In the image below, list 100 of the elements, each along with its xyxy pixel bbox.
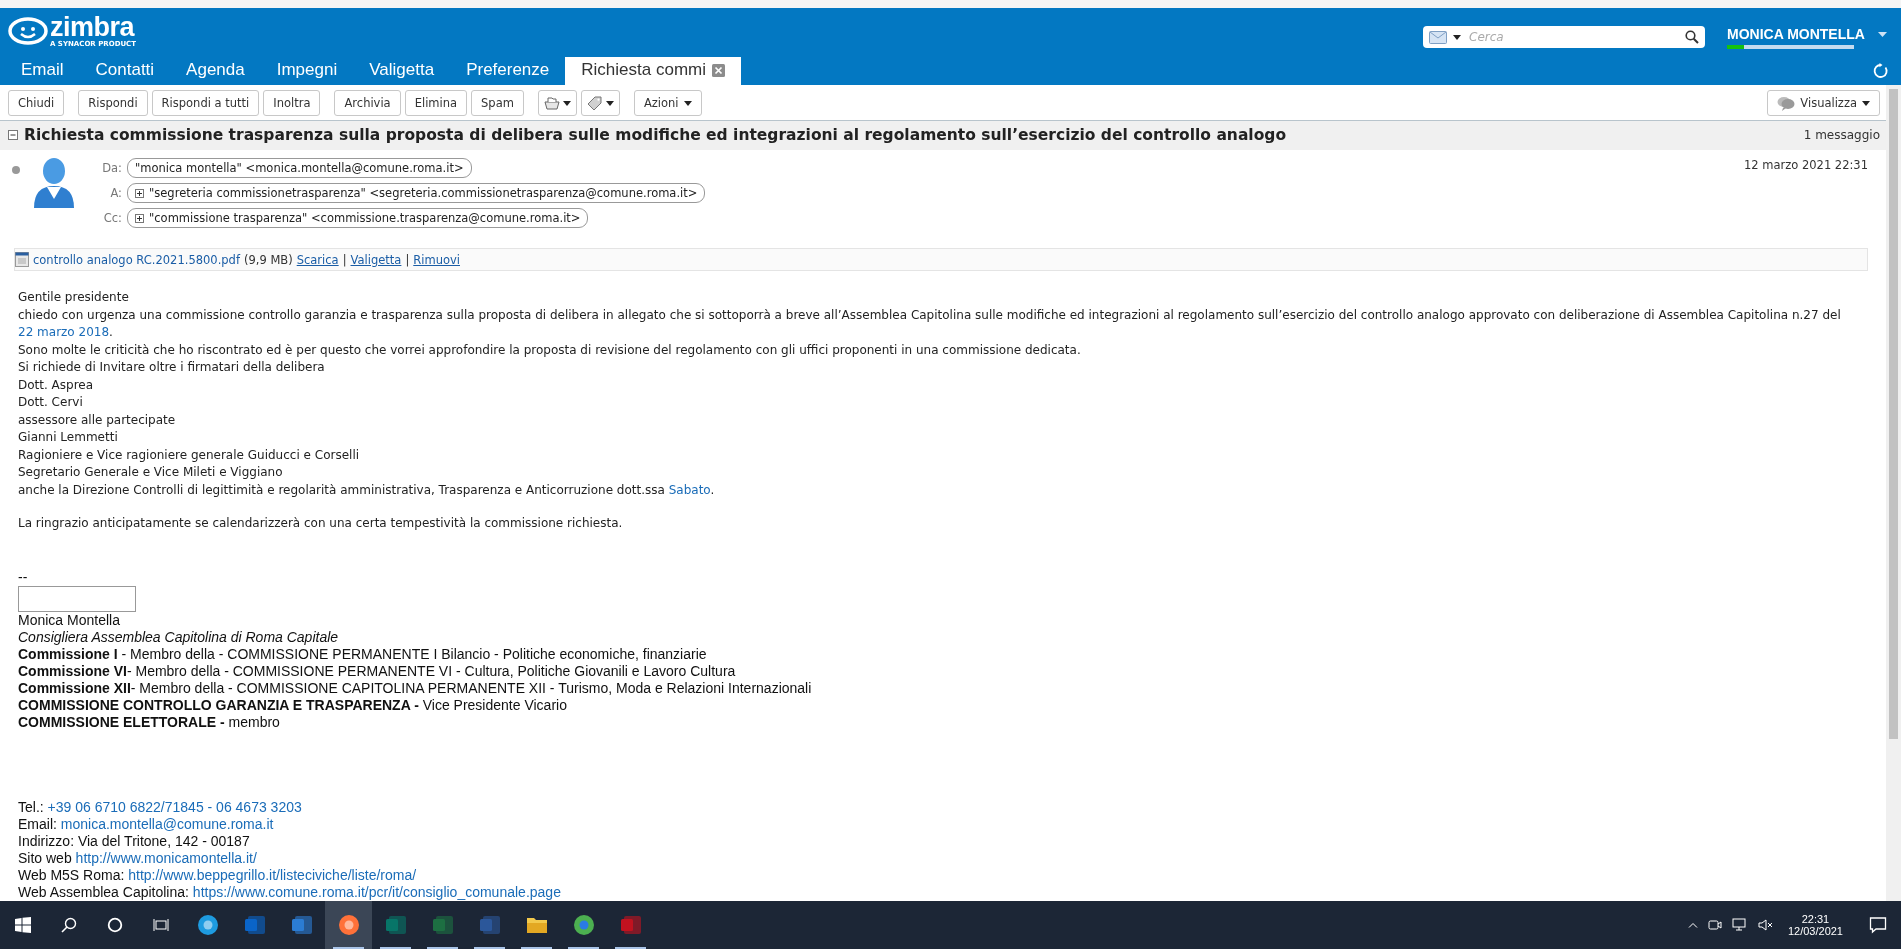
body-text: Gentile presidente — [18, 289, 130, 306]
signature-text: Commissione I - Membro della - COMMISSIONE PERMANENTE I Bilancio - Politiche economiche, finanziarie — [18, 645, 708, 663]
tag-button[interactable] — [580, 90, 620, 116]
app-tab[interactable]: Valigetta — [353, 57, 451, 85]
browser-icon — [337, 914, 360, 936]
windows-start-icon[interactable] — [15, 917, 31, 933]
toolbar-button[interactable]: Inoltra — [263, 90, 321, 116]
message-date: 12 marzo 2021 22:31 — [1743, 158, 1868, 172]
message-count: 1 messaggio — [1803, 128, 1880, 142]
view-menu-button[interactable]: Visualizza — [1767, 90, 1880, 116]
signature-text: COMMISSIONE ELETTORALE - membro — [18, 713, 281, 731]
envelope-icon — [1429, 30, 1447, 44]
close-icon[interactable] — [712, 63, 725, 77]
app-icon — [243, 915, 266, 935]
body-text: Gianni Lemmetti — [18, 429, 119, 446]
app-tab[interactable]: Impegni — [260, 57, 354, 85]
signature-link[interactable]: +39 06 6710 6822/71845 - 06 4673 3203 — [47, 798, 302, 815]
app-icon — [478, 915, 501, 935]
search-field[interactable]: Cerca — [1423, 26, 1705, 48]
signature-link[interactable]: http://www.monicamontella.it/ — [75, 849, 257, 866]
meet-camera-icon[interactable] — [1707, 918, 1722, 932]
browser-icon — [572, 914, 595, 936]
signature-text: Tel.: +39 06 6710 6822/71845 - 06 4673 3203 — [18, 798, 303, 816]
body-text: Segretario Generale e Vice Mileti e Viggiano — [18, 464, 284, 481]
body-text: La ringrazio anticipatamente se calendarizzerà con una certa tempestività la commissione richiesta. — [18, 515, 624, 532]
app-tab[interactable]: Agenda — [170, 57, 261, 85]
toolbar-button[interactable]: Spam — [471, 90, 524, 116]
move-to-folder-button[interactable] — [537, 90, 577, 116]
vertical-scrollbar[interactable] — [1886, 85, 1901, 901]
attachment-action-link[interactable]: Valigetta — [350, 252, 402, 267]
signature-text: Web Assemblea Capitolina: https://www.comune.roma.it/pcr/it/consiglio_comunale.page — [18, 883, 562, 901]
signature-text: Commissione VI- Membro della - COMMISSIONE PERMANENTE VI - Cultura, Politiche Giovanili e Lavoro Cultura — [18, 662, 737, 680]
attachment-action-link[interactable]: Rimuovi — [413, 252, 460, 267]
search-icon[interactable] — [61, 917, 77, 933]
search-icon — [1685, 30, 1699, 44]
link-separator: | — [405, 252, 410, 267]
recipient-label: A: — [109, 186, 122, 200]
signature-text: Sito web http://www.monicamontella.it/ — [18, 849, 258, 867]
speaker-muted-icon[interactable] — [1757, 918, 1774, 932]
toolbar-button[interactable]: Rispondi a tutti — [151, 90, 260, 116]
attachment-name-link[interactable]: controllo analogo RC.2021.5800.pdf — [33, 252, 240, 267]
signature-text: Monica Montella — [18, 611, 121, 629]
user-name[interactable]: MONICA MONTELLA — [1727, 26, 1865, 42]
app-tab[interactable]: Richiesta commi — [565, 57, 741, 85]
refresh-icon[interactable] — [1873, 63, 1889, 79]
collapse-icon[interactable] — [8, 130, 18, 140]
app-tab[interactable]: Contatti — [79, 57, 171, 85]
signature-separator: -- — [18, 568, 29, 586]
body-text: anche la Direzione Controlli di legittimità e regolarità amministrativa, Trasparenza e Anticorruzione dott.ssa Sabato. — [18, 481, 716, 499]
caret-icon — [1878, 31, 1887, 37]
address-bubble[interactable]: "commissione trasparenza" <commissione.trasparenza@comune.roma.it> — [127, 208, 589, 228]
actions-menu-button[interactable]: Azioni — [633, 90, 702, 116]
signature-link[interactable]: http://www.beppegrillo.it/listeciviche/liste/roma/ — [128, 866, 417, 883]
network-icon[interactable] — [1731, 918, 1748, 932]
chevron-up-icon[interactable] — [1687, 922, 1698, 928]
signature-text: COMMISSIONE CONTROLLO GARANZIA E TRASPARENZA - Vice Presidente Vicario — [18, 696, 568, 714]
app-tab[interactable]: Email — [5, 57, 80, 85]
notification-icon[interactable] — [1869, 916, 1887, 934]
taskbar-app-button[interactable] — [325, 901, 372, 949]
address-bubble[interactable]: "segreteria commissionetrasparenza" <segreteria.commissionetrasparenza@comune.roma.it> — [127, 183, 706, 203]
smiley-logo-icon — [8, 17, 48, 45]
body-text: Dott. Asprea — [18, 376, 95, 394]
signature-text: Indirizzo: Via del Tritone, 142 - 00187 — [18, 832, 251, 850]
app-icon — [290, 915, 313, 935]
body-text: Si richiede di Invitare oltre i firmatari della delibera — [18, 359, 326, 376]
speech-bubbles-icon — [1777, 95, 1796, 111]
caret-icon — [1453, 34, 1461, 40]
circle-icon[interactable] — [107, 917, 123, 933]
caret-icon — [683, 100, 692, 106]
app-icon — [431, 915, 454, 935]
app-tab[interactable]: Preferenze — [450, 57, 566, 85]
avatar-silhouette-icon — [32, 156, 76, 208]
clock-time[interactable]: 22:31 — [1801, 913, 1830, 925]
tag-icon — [586, 96, 603, 110]
toolbar-button[interactable]: Archivia — [334, 90, 401, 116]
caret-icon — [562, 100, 571, 106]
expand-icon[interactable] — [135, 188, 144, 198]
toolbar-button[interactable]: Chiudi — [8, 90, 65, 116]
toolbar-button[interactable]: Elimina — [404, 90, 468, 116]
unread-dot-icon — [12, 166, 20, 174]
attachment-action-link[interactable]: Scarica — [296, 252, 339, 267]
body-text: Sono molte le criticità che ho riscontrato ed è per questo che vorrei approfondire la proposta di revisione del regolamento con gli uffici proponenti in una commissione dedicata. — [18, 341, 1082, 359]
caret-icon — [1862, 100, 1870, 106]
recipient-label: Da: — [101, 161, 122, 175]
expand-icon[interactable] — [135, 213, 144, 223]
tray-icon — [543, 96, 560, 110]
folder-icon — [525, 915, 548, 935]
body-text: Ragioniere e Vice ragioniere generale Guiducci e Corselli — [18, 446, 361, 464]
signature-text: Email: monica.montella@comune.roma.it — [18, 815, 275, 833]
signature-text: Web M5S Roma: http://www.beppegrillo.it/listeciviche/liste/roma/ — [18, 866, 418, 884]
signature-text: Commissione XII- Membro della - COMMISSIONE CAPITOLINA PERMANENTE XII - Turismo, Moda e Relazioni Internazionali — [18, 679, 813, 697]
signature-link[interactable]: monica.montella@comune.roma.it — [60, 815, 274, 832]
address-bubble[interactable]: "monica montella" <monica.montella@comune.roma.it> — [127, 158, 472, 178]
signature-link[interactable]: https://www.comune.roma.it/pcr/it/consiglio_comunale.page — [192, 883, 561, 900]
logo-wordmark: zimbra — [50, 14, 135, 41]
task-view-icon[interactable] — [153, 917, 169, 933]
clock-date[interactable]: 12/03/2021 — [1787, 925, 1843, 937]
caret-icon — [605, 100, 614, 106]
app-icon — [619, 915, 642, 935]
toolbar-button[interactable]: Rispondi — [78, 90, 148, 116]
